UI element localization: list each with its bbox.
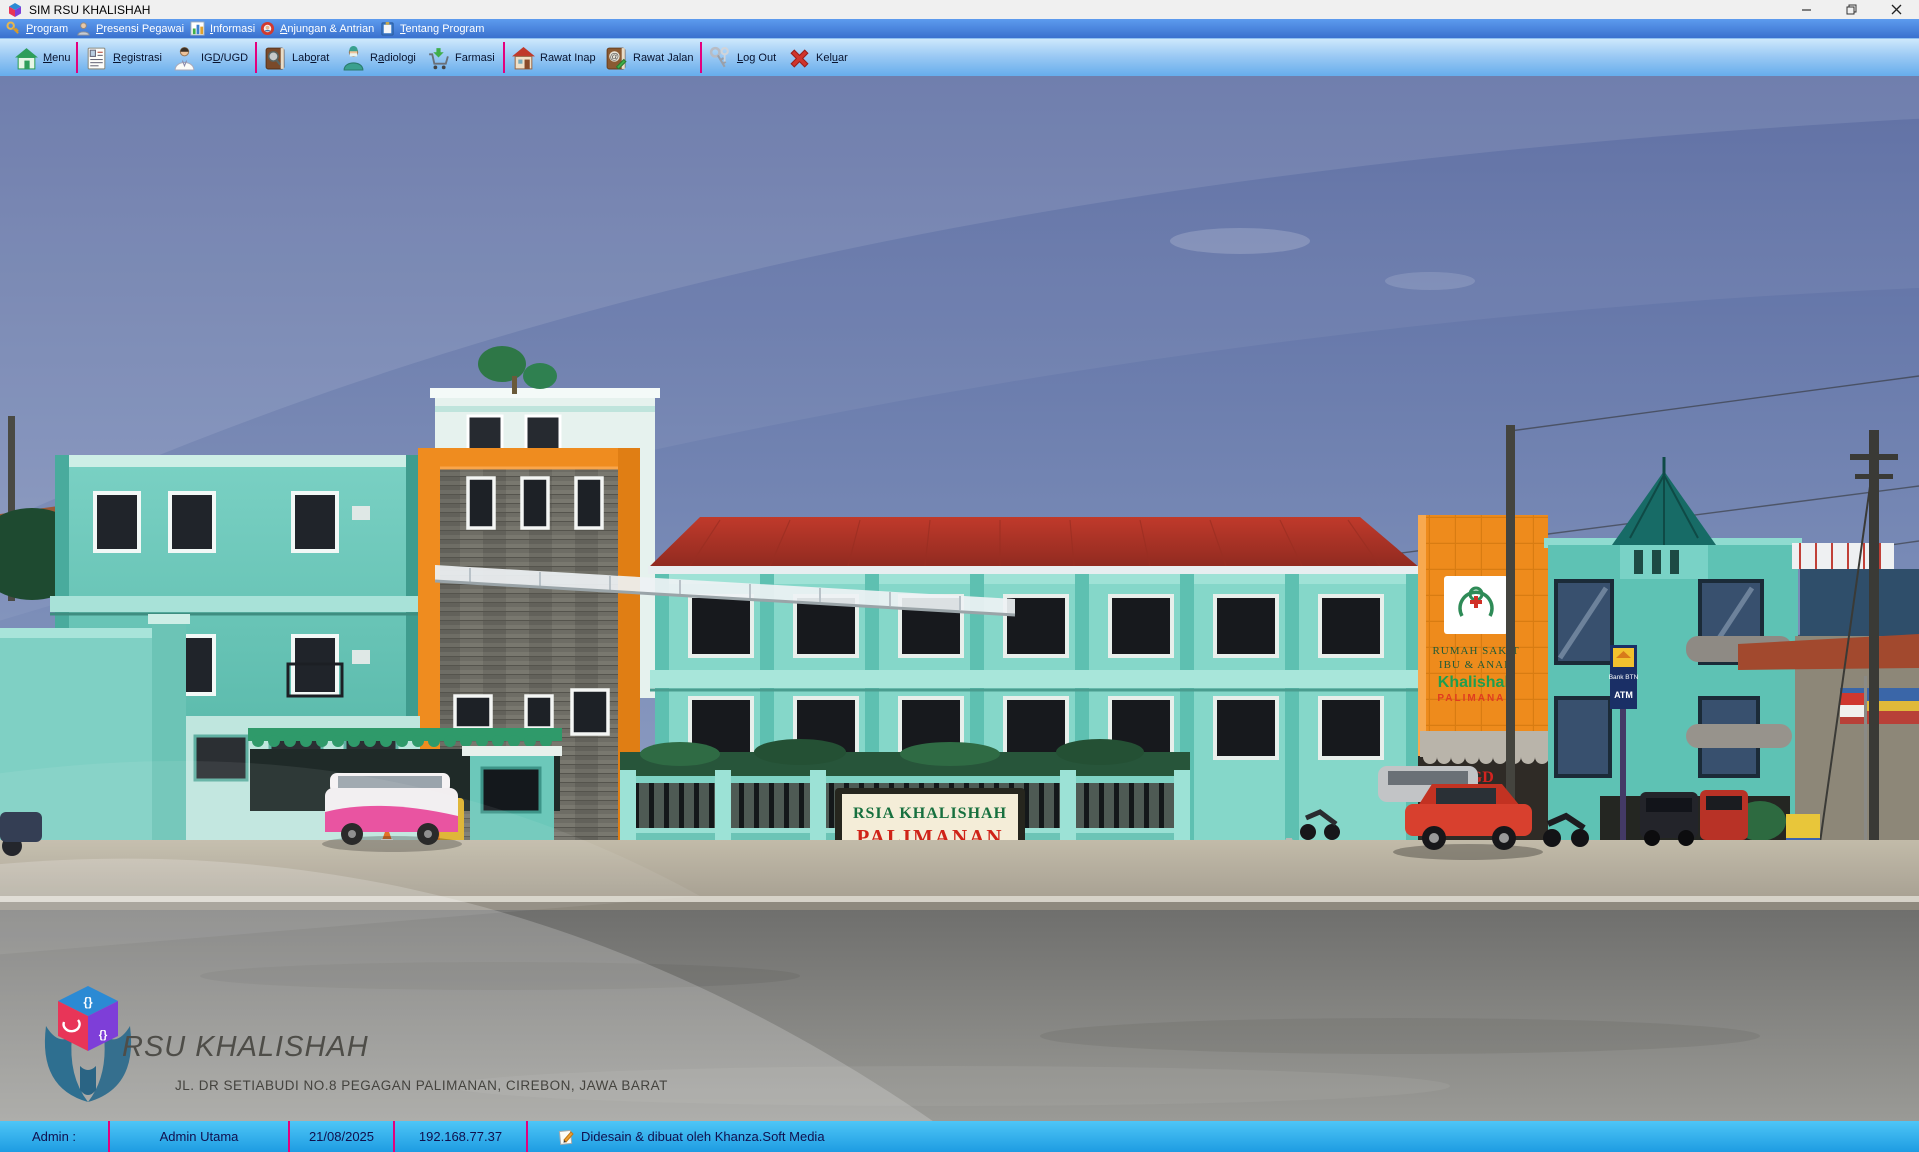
toolbar-igd-ugd-button[interactable]: IGD/UGD: [172, 43, 248, 73]
toolbar-separator: [255, 42, 257, 73]
toolbar-separator: [503, 42, 505, 73]
minimize-button[interactable]: [1784, 0, 1829, 19]
queue-kiosk-icon: [260, 21, 275, 36]
brand-title: RSU KHALISHAH: [122, 1031, 369, 1063]
home-icon: [14, 46, 39, 71]
doctor-icon: [172, 46, 197, 71]
menu-program[interactable]: Program: [6, 19, 68, 38]
menu-bar: Program Presensi Pegawai Informasi Anjun…: [0, 19, 1919, 38]
menu-program-label: Program: [26, 23, 68, 35]
menu-tentang-label: Tentang Program: [400, 23, 484, 35]
svg-text:{}: {}: [83, 995, 93, 1009]
status-bar: Admin : Admin Utama 21/08/2025 192.168.7…: [0, 1121, 1919, 1152]
toolbar-radiologi-button[interactable]: Radiologi: [341, 43, 416, 73]
chart-icon: [190, 21, 205, 36]
menu-informasi[interactable]: Informasi: [190, 19, 255, 38]
utility-pole: [1506, 425, 1515, 855]
svg-text:{}: {}: [99, 1029, 108, 1041]
status-date: 21/08/2025: [290, 1121, 395, 1152]
toolbar-separator: [76, 42, 78, 73]
bank-btn-label: Bank BTN: [1609, 674, 1639, 681]
outpatient-book-icon: @: [604, 46, 629, 71]
tower-sign-line2: IBU & ANAK: [1439, 659, 1513, 671]
dark-suv: [1640, 792, 1698, 846]
hospital-photo: RUMAH SAKIT IBU & ANAK Khalishah PALIMAN…: [0, 76, 1919, 1121]
key-icon: [6, 21, 21, 36]
registration-form-icon: [84, 46, 109, 71]
atm-label: ATM: [1614, 690, 1633, 700]
toolbar-log-out-button[interactable]: Log Out: [708, 43, 776, 73]
signboard-line1: RSIA KHALISHAH: [853, 805, 1007, 822]
toolbar-laborat-button[interactable]: Laborat: [263, 43, 329, 73]
cart-icon: [426, 46, 451, 71]
status-credit: Didesain & dibuat oleh Khanza.Soft Media: [528, 1121, 1919, 1152]
menu-anjungan-antrian[interactable]: Anjungan & Antrian: [260, 19, 374, 38]
status-admin-label: Admin :: [0, 1121, 110, 1152]
toolbar-menu-button[interactable]: Menu: [14, 43, 71, 73]
red-vehicle-far: [1700, 790, 1748, 840]
inpatient-house-icon: [511, 46, 536, 71]
flag-indonesia: [1840, 693, 1864, 705]
app-cube-icon: [7, 2, 23, 18]
svg-text:@: @: [610, 51, 620, 61]
toolbar-rawat-inap-button[interactable]: Rawat Inap: [511, 43, 596, 73]
menu-presensi-label: Presensi Pegawai: [96, 23, 184, 35]
pencil-note-icon: [558, 1129, 574, 1145]
brand-address: JL. DR SETIABUDI NO.8 PEGAGAN PALIMANAN,…: [175, 1078, 668, 1093]
clipboard-icon: [380, 21, 395, 36]
menu-tentang-program[interactable]: Tentang Program: [380, 19, 484, 38]
menu-anjungan-label: Anjungan & Antrian: [280, 23, 374, 35]
power-pole: [1869, 430, 1879, 870]
toolbar-rawat-jalan-button[interactable]: @ Rawat Jalan: [604, 43, 694, 73]
exit-x-icon: [787, 46, 812, 71]
tool-bar: Menu Registrasi IGD/UGD Laborat Radiolog…: [0, 38, 1919, 76]
app-window: SIM RSU KHALISHAH Program Presensi Pegaw…: [0, 0, 1919, 1152]
restore-button[interactable]: [1829, 0, 1874, 19]
menu-informasi-label: Informasi: [210, 23, 255, 35]
keys-icon: [708, 46, 733, 71]
toolbar-separator: [700, 42, 702, 73]
tower-sign-line4: PALIMANAN: [1437, 693, 1514, 704]
status-admin-value: Admin Utama: [110, 1121, 290, 1152]
status-ip-address: 192.168.77.37: [395, 1121, 528, 1152]
window-title: SIM RSU KHALISHAH: [29, 3, 1784, 17]
nurse-icon: [341, 46, 366, 71]
lab-book-icon: [263, 46, 288, 71]
toolbar-farmasi-button[interactable]: Farmasi: [426, 43, 495, 73]
toolbar-registrasi-button[interactable]: Registrasi: [84, 43, 162, 73]
main-photo-area: RUMAH SAKIT IBU & ANAK Khalishah PALIMAN…: [0, 76, 1919, 1121]
toolbar-keluar-button[interactable]: Keluar: [787, 43, 848, 73]
tower-sign-line3: Khalishah: [1438, 674, 1514, 691]
employee-icon: [76, 21, 91, 36]
menu-presensi-pegawai[interactable]: Presensi Pegawai: [76, 19, 184, 38]
close-button[interactable]: [1874, 0, 1919, 19]
title-bar: SIM RSU KHALISHAH: [0, 0, 1919, 19]
